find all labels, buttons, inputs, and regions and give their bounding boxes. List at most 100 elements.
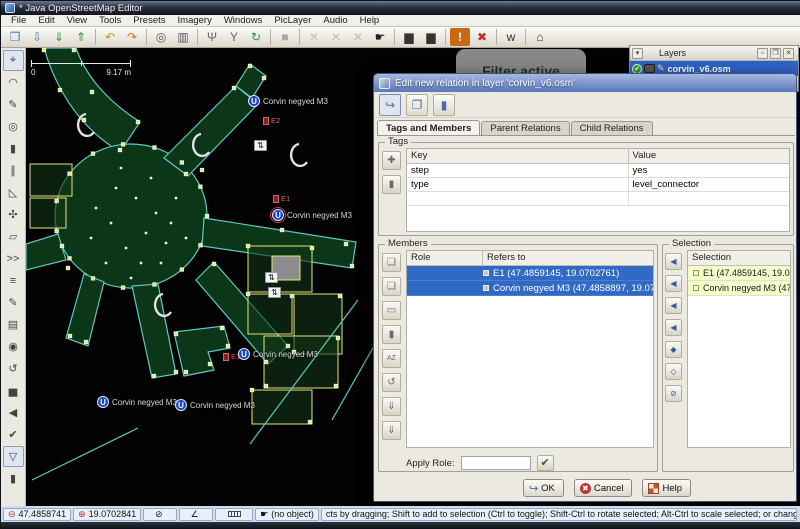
tags-table[interactable]: Key Value step yes type level_connector [406,148,790,232]
move-tool-icon[interactable]: ☛ [370,28,390,46]
menu-audio[interactable]: Audio [317,15,353,26]
apply-role-input[interactable] [461,456,531,470]
dialog-titlebar[interactable]: Edit new relation in layer 'corvin_v6.os… [374,74,796,92]
open-icon[interactable]: ❐ [5,28,25,46]
tags-col-value[interactable]: Value [629,149,789,163]
exit-marker[interactable]: E2 [263,116,280,125]
layer-visibility-icon[interactable] [644,64,655,73]
metro-station-marker[interactable]: UCorvin negyed M3 [238,348,318,360]
add-before-button[interactable]: ◀ [665,275,682,292]
menu-file[interactable]: File [5,15,32,26]
relations-dialog-toggle-icon[interactable]: ▤ [3,314,24,335]
members-col-role[interactable]: Role [407,251,483,265]
selection-col[interactable]: Selection [688,251,790,265]
conflict-dialog-toggle-icon[interactable]: ◀ [3,402,24,423]
delete-relation-button[interactable]: ▮ [433,94,455,116]
warning-icon[interactable]: ! [450,28,470,46]
public-transport-icon[interactable]: ▆ [421,28,441,46]
upload-data-icon[interactable]: ⇑ [71,28,91,46]
draw-node-tool-icon[interactable]: ✎ [3,94,24,115]
select-members-button[interactable]: ❐ [406,94,428,116]
menu-presets[interactable]: Presets [127,15,171,26]
menu-imagery[interactable]: Imagery [172,15,218,26]
add-after-button[interactable]: ◀ [665,297,682,314]
zoom-tool-icon[interactable]: ◎ [3,116,24,137]
more-tools-icon[interactable]: >> [3,248,24,269]
terrace-building-icon[interactable]: ⌂ [530,28,550,46]
members-table[interactable]: Role Refers to E1 (47.4859145, 19.070276… [406,250,654,448]
set-members-from-selection-button[interactable]: ◆ [665,341,682,358]
menu-piclayer[interactable]: PicLayer [268,15,317,26]
remove-members-from-selection-button[interactable]: ⊘ [665,385,682,402]
cancel-button[interactable]: ✖ Cancel [574,479,633,497]
metro-station-marker[interactable]: UCorvin negyed M3 [248,95,328,107]
close-icon[interactable]: ✕ [783,48,794,59]
exit-marker[interactable]: E1 [273,194,290,203]
save-icon[interactable]: ⇩ [27,28,47,46]
car-routing-icon[interactable]: ▆ [399,28,419,46]
filter-toggle-icon[interactable]: ▽ [3,446,24,467]
add-at-end-button[interactable]: ◀ [665,319,682,336]
measure-tool-icon[interactable]: ◺ [3,182,24,203]
ok-button[interactable]: ↪ OK [523,479,564,497]
download-data-icon[interactable]: ⇓ [49,28,69,46]
delete-tag-button[interactable]: ▮ [382,175,401,194]
delete-tool-icon[interactable]: ▮ [3,138,24,159]
metro-station-marker[interactable]: UCorvin negyed M3 [97,396,177,408]
apply-role-button[interactable]: ✔ [537,455,554,471]
metro-station-marker[interactable]: UCorvin negyed M3 [175,399,255,411]
tag-row[interactable]: type level_connector [407,178,789,192]
menu-windows[interactable]: Windows [218,15,269,26]
lasso-tool-icon[interactable]: ◠ [3,72,24,93]
join-node-way-icon[interactable]: ✕ [326,28,346,46]
metro-station-marker[interactable]: UCorvin negyed M3 [272,209,352,221]
preferences-icon[interactable]: ▥ [173,28,193,46]
add-tag-button[interactable]: ✚ [382,151,401,170]
delete-icon[interactable]: ✖ [472,28,492,46]
undo-icon[interactable]: ↶ [100,28,120,46]
wikipedia-icon[interactable]: w [501,28,521,46]
selection-row[interactable]: E1 (47.4859145, 19.0702761) [688,266,790,281]
download-members-button[interactable]: ⇓ [382,397,401,416]
update-data-icon[interactable]: ↻ [246,28,266,46]
unglue-ways-icon[interactable]: ✕ [348,28,368,46]
validator-toggle-icon[interactable]: ✔ [3,424,24,445]
command-stack-toggle-icon[interactable]: ↺ [3,358,24,379]
apply-changes-button[interactable]: ↪ [379,94,401,116]
menu-edit[interactable]: Edit [32,15,60,26]
tag-row[interactable]: step yes [407,164,789,178]
remove-member-button[interactable]: ▮ [382,325,401,344]
move-up-member-button[interactable]: ❏ [382,253,401,272]
redo-icon[interactable]: ↷ [122,28,142,46]
selection-row[interactable]: Corvin negyed M3 (47.4858897, [688,281,790,296]
layer-active-check-icon[interactable]: ✔ [632,64,642,74]
help-button[interactable]: Help [642,479,691,497]
tab-parent-relations[interactable]: Parent Relations [481,121,569,135]
menu-tools[interactable]: Tools [93,15,127,26]
member-row[interactable]: Corvin negyed M3 (47.4858897, 19.0702808… [407,281,653,296]
tab-tags-and-members[interactable]: Tags and Members [377,120,480,135]
improve-way-tool-icon[interactable]: ✣ [3,204,24,225]
placeholder-block-icon[interactable]: ■ [275,28,295,46]
collapse-icon[interactable]: ▾ [632,48,643,59]
reverse-members-button[interactable]: ↺ [382,373,401,392]
download-dialog-toggle-icon[interactable]: ▅ [3,380,24,401]
tags-dialog-toggle-icon[interactable]: ✎ [3,292,24,313]
move-down-member-button[interactable]: ❏ [382,277,401,296]
member-row[interactable]: E1 (47.4859145, 19.0702761) [407,266,653,281]
tags-col-key[interactable]: Key [407,149,629,163]
layers-dialog-toggle-icon[interactable]: ≡ [3,270,24,291]
merge-nodes-icon[interactable]: ✕ [304,28,324,46]
menu-view[interactable]: View [61,15,93,26]
sort-members-button[interactable]: AZ [382,349,401,368]
edit-member-button[interactable]: ▭ [382,301,401,320]
members-col-refers[interactable]: Refers to [483,251,653,265]
parallel-way-tool-icon[interactable]: ∥ [3,160,24,181]
changeset-dialog-toggle-icon[interactable]: ▮ [3,468,24,489]
new-layer-icon[interactable]: ▫ [757,48,768,59]
tag-row-empty[interactable] [407,192,789,206]
tab-child-relations[interactable]: Child Relations [571,121,653,135]
download-incomplete-members-button[interactable]: ⇓ [382,421,401,440]
select-members-in-relation-button[interactable]: ◇ [665,363,682,380]
extrude-tool-icon[interactable]: ▱ [3,226,24,247]
